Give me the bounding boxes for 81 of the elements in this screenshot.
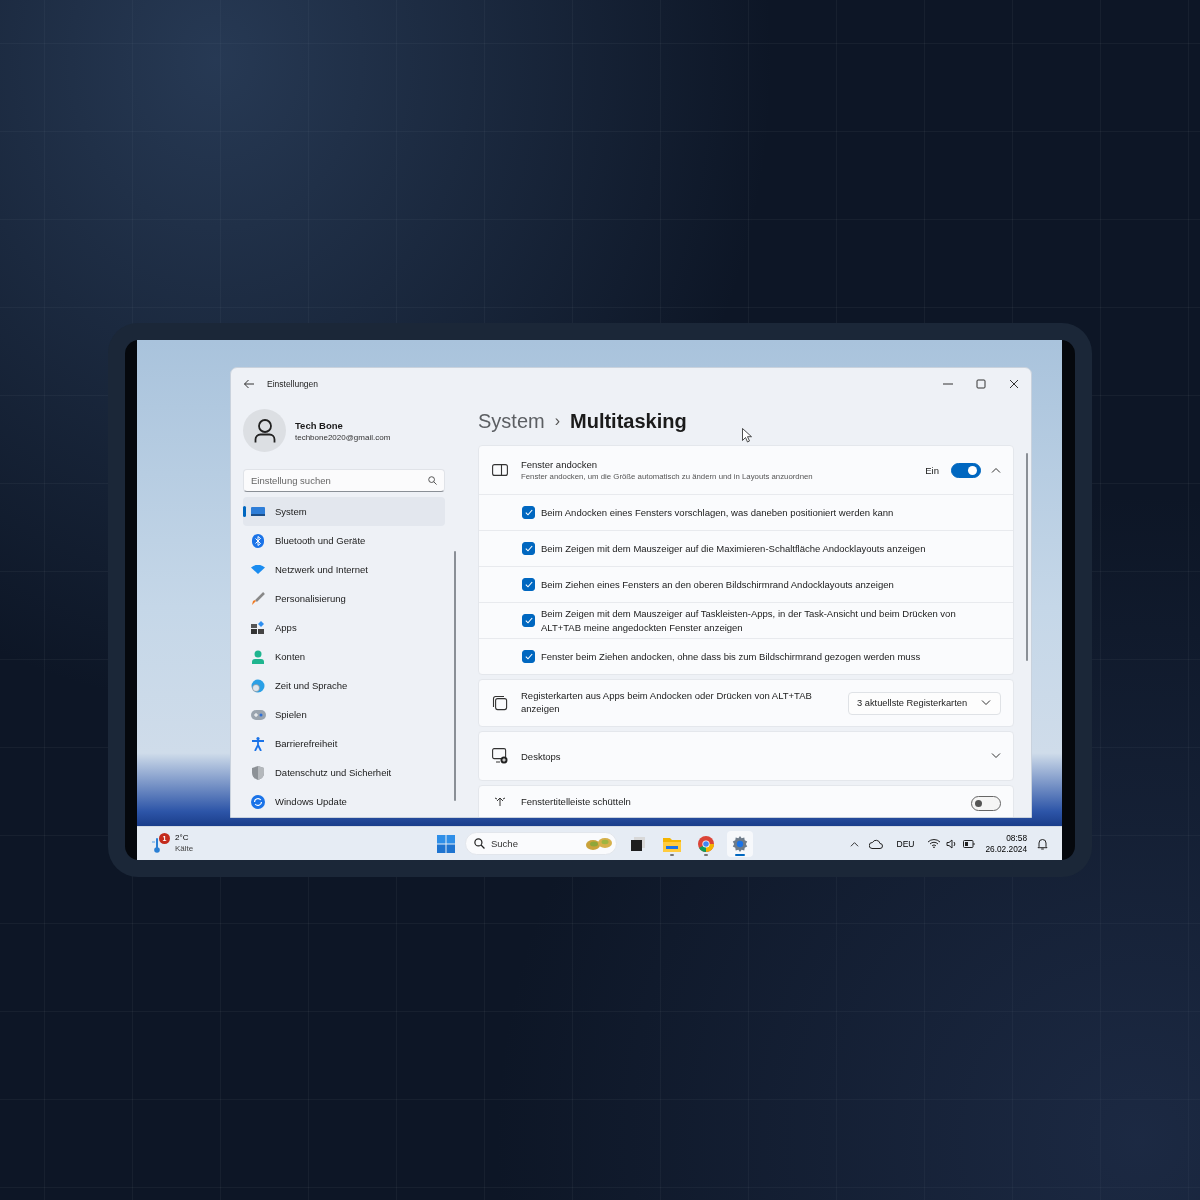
chevron-up-icon[interactable]	[849, 840, 859, 847]
clock-date[interactable]: 26.02.2024	[985, 843, 1027, 855]
breadcrumb-link[interactable]: System	[478, 409, 545, 433]
browser-icon	[698, 835, 714, 852]
weather-condition: Kälte	[175, 843, 194, 854]
maximize-icon[interactable]	[976, 378, 986, 389]
start-icon[interactable]	[437, 834, 455, 853]
sidebar-item[interactable]: Windows Update	[243, 787, 445, 816]
language-indicator[interactable]: DEU	[896, 838, 915, 849]
mouse-pointer-icon	[742, 428, 752, 443]
checkbox[interactable]	[522, 542, 535, 555]
task-view-icon	[630, 835, 646, 852]
taskbar-search-field[interactable]: Suche	[465, 832, 617, 855]
close-icon[interactable]	[1009, 378, 1019, 389]
brush-icon	[251, 591, 265, 606]
cloud-icon[interactable]	[868, 838, 883, 849]
checkbox[interactable]	[522, 650, 535, 663]
folder-icon	[663, 835, 681, 852]
setting-title: Registerkarten aus Apps beim Andocken oder Drücken von ALT+TAB anzeigen	[521, 690, 813, 716]
scrollbar[interactable]	[1026, 453, 1028, 661]
accessibility-icon	[252, 736, 264, 751]
speaker-icon[interactable]	[946, 838, 958, 849]
scrollbar[interactable]	[454, 551, 456, 801]
sidebar-item[interactable]: Personalisierung	[243, 584, 445, 613]
sidebar-item[interactable]: Barrierefreiheit	[243, 729, 445, 758]
sidebar-item[interactable]: System	[243, 497, 445, 526]
option-label: Beim Zeigen mit dem Mauszeiger auf Taskleisten-Apps, in der Task-Ansicht und beim Drücken von ALT+TAB meine angedockten Fenster anzeigen	[541, 607, 957, 634]
bell-icon[interactable]	[1037, 837, 1048, 850]
checkbox[interactable]	[522, 578, 535, 591]
expand-chevron-icon[interactable]	[991, 753, 1001, 759]
sidebar-item[interactable]: Spielen	[243, 700, 445, 729]
gamepad-icon	[250, 709, 266, 720]
search-icon	[474, 838, 485, 849]
sidebar-item[interactable]: Datenschutz und Sicherheit	[243, 758, 445, 787]
toggle-switch[interactable]	[971, 796, 1001, 811]
user-email: techbone2020@gmail.com	[295, 432, 391, 442]
wifi-icon[interactable]	[928, 839, 941, 848]
dropdown[interactable]: 3 aktuellste Registerkarten	[848, 691, 1001, 715]
bluetooth-icon	[252, 533, 264, 548]
battery-icon[interactable]	[963, 839, 976, 848]
setting-title: Fenster andocken	[521, 459, 599, 470]
option-label: Fenster beim Ziehen andocken, ohne dass bis zum Bildschirmrand gezogen werden muss	[541, 649, 921, 664]
back-arrow-icon[interactable]	[243, 378, 255, 389]
setting-title: Desktops	[521, 750, 562, 762]
search-icon	[428, 476, 437, 485]
sidebar-item[interactable]: Bluetooth und Geräte	[243, 526, 445, 555]
toggle-state-label: Ein	[925, 464, 939, 476]
monitor-icon	[251, 506, 265, 517]
stacked-windows-icon	[492, 695, 508, 711]
collapse-chevron-icon[interactable]	[991, 467, 1001, 473]
sidebar-item[interactable]: Zeit und Sprache	[243, 671, 445, 700]
sidebar-item[interactable]: Netzwerk und Internet	[243, 555, 445, 584]
temperature: 2°C	[175, 833, 190, 844]
option-label: Beim Andocken eines Fensters vorschlagen, was daneben positioniert werden kann	[541, 505, 894, 520]
option-label: Beim Ziehen eines Fensters an den oberen Bildschirmrand Andocklayouts anzeigen	[541, 577, 894, 592]
sidebar-item[interactable]: Konten	[243, 642, 445, 671]
toggle-switch[interactable]	[951, 462, 981, 478]
sync-icon	[251, 794, 265, 809]
snap-window-icon	[492, 464, 508, 476]
window-title: Einstellungen	[267, 378, 319, 389]
pistachio-drawing	[585, 835, 613, 851]
option-label: Beim Zeigen mit dem Mauszeiger auf die Maximieren-Schaltfläche Andocklayouts anzeigen	[541, 541, 926, 556]
breadcrumb-separator: ›	[554, 412, 560, 430]
desktop-add-icon	[492, 748, 508, 764]
dropdown-chevron-icon	[981, 700, 991, 706]
setting-title: Fenstertitelleiste schütteln	[521, 796, 632, 807]
globe-clock-icon	[251, 678, 265, 693]
clock-time[interactable]: 08:58	[1006, 832, 1027, 844]
apps-icon	[251, 621, 265, 634]
user-name: Tech Bone	[295, 419, 344, 431]
person-icon	[253, 418, 276, 443]
shake-icon	[494, 796, 506, 806]
page-title: Multitasking	[570, 409, 687, 433]
gear-icon	[732, 835, 748, 852]
sidebar-item[interactable]: Apps	[243, 613, 445, 642]
shield-icon	[252, 765, 264, 780]
checkbox[interactable]	[522, 614, 535, 627]
checkbox[interactable]	[522, 506, 535, 519]
search-field[interactable]: Einstellung suchen	[243, 469, 445, 492]
wifi-icon	[251, 565, 265, 574]
person-icon	[251, 649, 265, 664]
